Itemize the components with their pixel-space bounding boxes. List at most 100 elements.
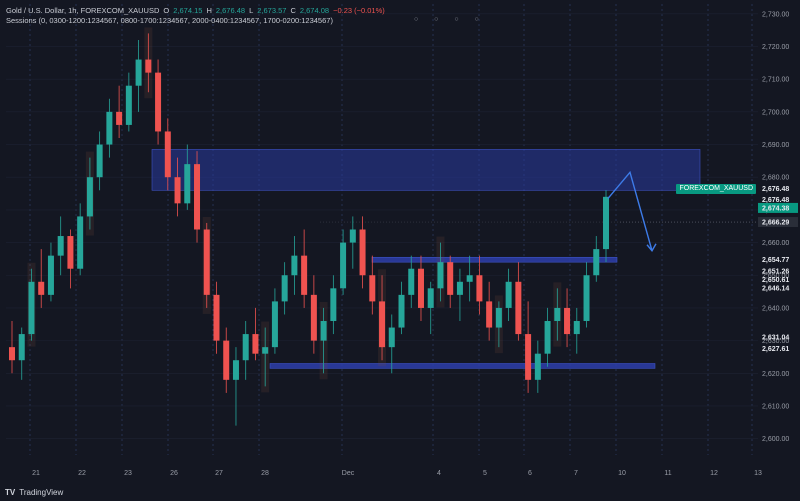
- price-label: 2,654.77: [762, 257, 789, 264]
- candle-body[interactable]: [525, 334, 532, 380]
- candle-body[interactable]: [340, 242, 347, 289]
- candle-body[interactable]: [125, 85, 132, 125]
- y-tick-label: 2,620.00: [762, 371, 789, 378]
- time-axis[interactable]: [0, 455, 800, 501]
- candle-body[interactable]: [174, 177, 181, 204]
- candle-body[interactable]: [456, 281, 463, 295]
- y-tick-label: 2,730.00: [762, 11, 789, 18]
- range-bottom[interactable]: [269, 363, 656, 369]
- candle-body[interactable]: [369, 275, 376, 302]
- open-label: O: [163, 6, 170, 15]
- candle-body[interactable]: [67, 236, 74, 269]
- candle-body[interactable]: [320, 321, 327, 341]
- candle-body[interactable]: [18, 334, 25, 361]
- x-tick-label: Dec: [342, 470, 355, 477]
- price-label: 2,674.38: [762, 205, 789, 212]
- price-chart[interactable]: 2,600.002,610.002,620.002,630.002,640.00…: [0, 0, 800, 501]
- candle-body[interactable]: [573, 321, 580, 335]
- candle-body[interactable]: [47, 255, 54, 295]
- y-tick-label: 2,680.00: [762, 175, 789, 182]
- price-axis[interactable]: [758, 0, 800, 501]
- candle-body[interactable]: [116, 111, 123, 125]
- candle-body[interactable]: [28, 281, 35, 335]
- candle-body[interactable]: [379, 301, 386, 348]
- candle-body[interactable]: [203, 229, 210, 295]
- y-tick-label: 2,640.00: [762, 305, 789, 312]
- candle-body[interactable]: [417, 268, 424, 308]
- x-tick-label: 11: [664, 470, 671, 477]
- candle-body[interactable]: [495, 307, 502, 328]
- chart-area[interactable]: 2,600.00 2,610.00 2,620.00 2,630.00 2,640.00…: [0, 0, 800, 501]
- candle-body[interactable]: [408, 268, 415, 295]
- candle-body[interactable]: [223, 340, 230, 380]
- candle-body[interactable]: [544, 321, 551, 354]
- indicator-status-icons[interactable]: ○ ○ ○ ○: [414, 16, 486, 23]
- candle-body[interactable]: [77, 216, 84, 269]
- candle-body[interactable]: [106, 111, 113, 145]
- candle-body[interactable]: [145, 59, 152, 73]
- candle-body[interactable]: [466, 275, 473, 282]
- sessions-row: Sessions (0, 0300-1200:1234567, 0800-170…: [6, 16, 385, 26]
- x-tick-label: 13: [754, 470, 762, 477]
- sessions-indicator[interactable]: Sessions (0, 0300-1200:1234567, 0800-170…: [6, 16, 333, 26]
- close-label: C: [290, 6, 296, 15]
- candle-body[interactable]: [135, 59, 142, 86]
- chart-background: [0, 0, 800, 501]
- candle-body[interactable]: [515, 281, 522, 335]
- price-label: 2,676.48: [762, 197, 789, 204]
- x-tick-label: 6: [528, 470, 532, 477]
- candle-body[interactable]: [271, 301, 278, 348]
- candle-body[interactable]: [164, 131, 171, 178]
- y-tick-label: 2,600.00: [762, 436, 789, 443]
- candle-body[interactable]: [38, 281, 45, 295]
- chart-legend: Gold / U.S. Dollar, 1h, FOREXCOM_XAUUSD …: [6, 6, 385, 26]
- candle-body[interactable]: [281, 275, 288, 302]
- candle-body[interactable]: [155, 72, 162, 132]
- change-value: −0.23 (−0.01%): [333, 6, 385, 15]
- tradingview-logo[interactable]: TV TradingView: [5, 488, 63, 497]
- candle-body[interactable]: [262, 347, 269, 354]
- candle-body[interactable]: [564, 307, 571, 335]
- candle-body[interactable]: [301, 255, 308, 295]
- price-label: 2,666.29: [762, 220, 789, 227]
- x-tick-label: 26: [170, 470, 178, 477]
- y-tick-label: 2,610.00: [762, 403, 789, 410]
- candle-body[interactable]: [505, 281, 512, 308]
- high-value: 2,676.48: [215, 6, 246, 15]
- candle-body[interactable]: [388, 327, 395, 348]
- candle-body[interactable]: [9, 347, 15, 361]
- candle-body[interactable]: [398, 294, 405, 328]
- candle-body[interactable]: [330, 288, 337, 322]
- candle-body[interactable]: [583, 275, 590, 322]
- candle-body[interactable]: [447, 262, 454, 295]
- low-value: 2,673.57: [257, 6, 287, 15]
- candle-body[interactable]: [310, 294, 317, 341]
- candle-body[interactable]: [593, 249, 600, 276]
- candle-body[interactable]: [437, 262, 444, 289]
- candle-body[interactable]: [603, 196, 609, 250]
- candle-body[interactable]: [534, 353, 541, 380]
- candle-body[interactable]: [242, 334, 249, 361]
- supply-zone[interactable]: [151, 149, 701, 191]
- range-top[interactable]: [371, 256, 618, 263]
- candle-body[interactable]: [427, 288, 434, 308]
- symbol-title[interactable]: Gold / U.S. Dollar, 1h, FOREXCOM_XAUUSD: [6, 6, 159, 16]
- candle-body[interactable]: [349, 229, 356, 243]
- candle-body[interactable]: [213, 294, 220, 341]
- candle-body[interactable]: [194, 164, 201, 230]
- candle-body[interactable]: [291, 255, 298, 276]
- candle-body[interactable]: [476, 275, 483, 302]
- price-label: 2,646.14: [762, 285, 789, 292]
- open-value: 2,674.15: [173, 6, 203, 15]
- x-tick-label: 7: [574, 470, 578, 477]
- candle-body[interactable]: [86, 177, 93, 217]
- candle-body[interactable]: [486, 301, 493, 328]
- candle-body[interactable]: [96, 144, 103, 178]
- candle-body[interactable]: [184, 164, 191, 204]
- candle-body[interactable]: [252, 334, 259, 354]
- candle-body[interactable]: [359, 229, 366, 276]
- candle-body[interactable]: [232, 360, 239, 380]
- candle-body[interactable]: [57, 236, 64, 256]
- candle-body[interactable]: [554, 307, 561, 322]
- price-label: 2,631.04: [762, 335, 789, 342]
